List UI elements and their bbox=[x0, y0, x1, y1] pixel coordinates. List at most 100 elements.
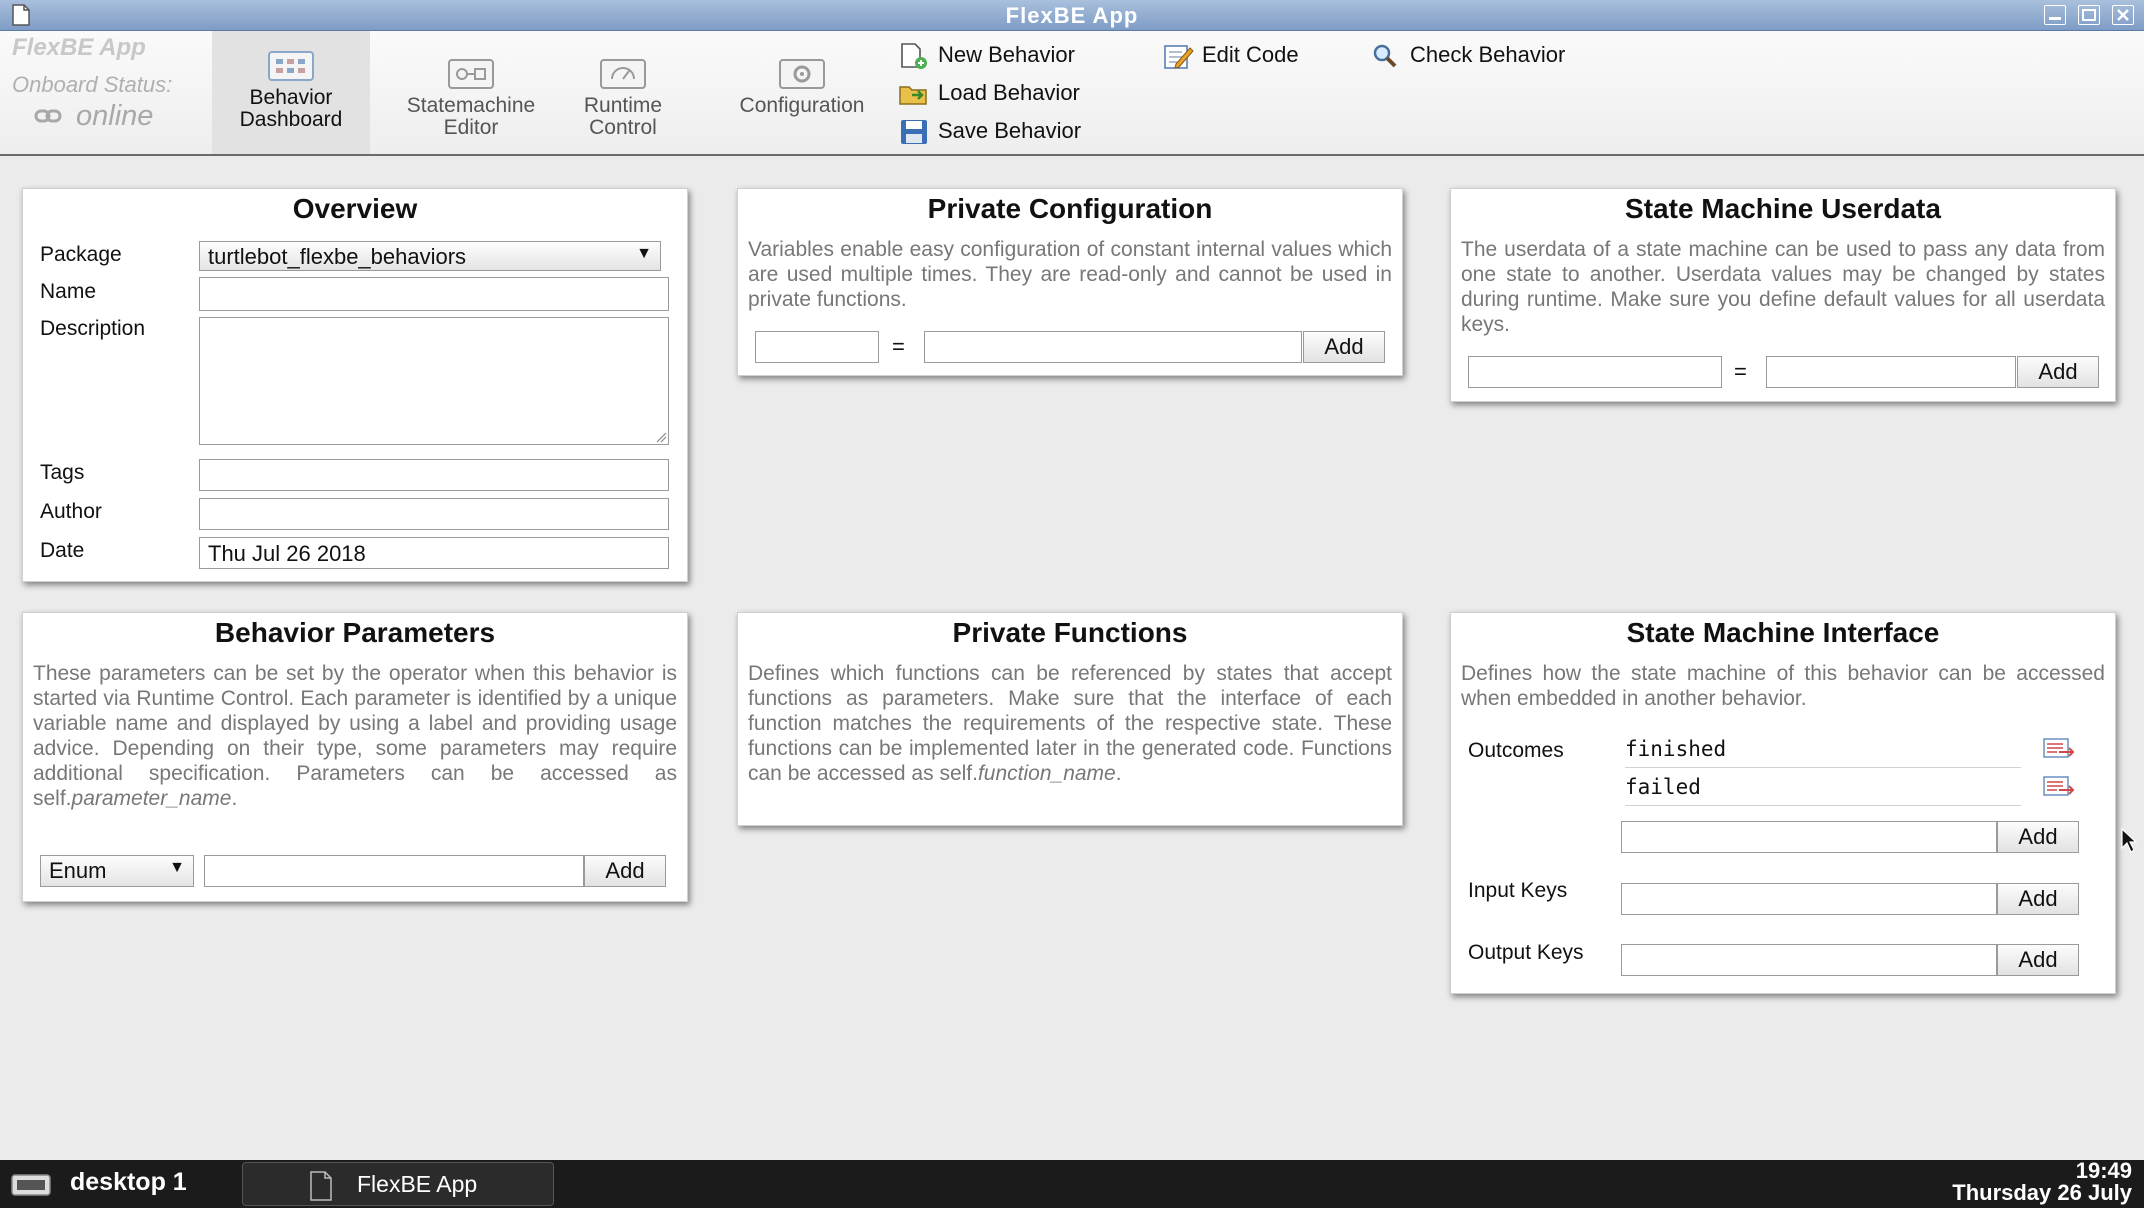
tab-label: Configuration bbox=[739, 94, 865, 117]
tab-runtime-control[interactable]: Runtime Control bbox=[568, 31, 678, 154]
taskbar-app-button[interactable]: FlexBE App bbox=[242, 1162, 554, 1206]
userdata-key-field[interactable] bbox=[1468, 356, 1722, 388]
equals-sign: = bbox=[1734, 359, 1747, 384]
onboard-status: online bbox=[34, 100, 153, 133]
resize-grip-icon[interactable] bbox=[655, 431, 667, 443]
window-title: FlexBE App bbox=[1005, 3, 1139, 28]
edit-code-button[interactable]: Edit Code bbox=[1162, 42, 1332, 70]
load-behavior-button[interactable]: Load Behavior bbox=[898, 80, 1118, 108]
add-parameter-button[interactable]: Add bbox=[584, 855, 666, 887]
package-value: turtlebot_flexbe_behaviors bbox=[208, 244, 467, 269]
outcome-item[interactable]: finished bbox=[1625, 737, 2021, 768]
new-behavior-button[interactable]: New Behavior bbox=[898, 42, 1118, 70]
onboard-status-value: online bbox=[76, 100, 154, 132]
parameter-type-value: Enum bbox=[49, 858, 107, 883]
new-file-icon bbox=[901, 43, 927, 69]
statemachine-editor-icon bbox=[448, 59, 494, 89]
maximize-button[interactable] bbox=[2078, 5, 2100, 25]
interface-title: State Machine Interface bbox=[1626, 617, 1940, 648]
desktop-switcher[interactable]: desktop 1 bbox=[70, 1168, 187, 1197]
userdata-title: State Machine Userdata bbox=[1625, 193, 1941, 224]
behavior-parameters-title: Behavior Parameters bbox=[214, 617, 496, 648]
minimize-button[interactable] bbox=[2044, 5, 2066, 25]
runtime-control-icon bbox=[600, 59, 646, 89]
magnifier-icon bbox=[1373, 44, 1397, 68]
output-keys-label: Output Keys bbox=[1468, 941, 1584, 964]
tab-configuration[interactable]: Configuration bbox=[718, 31, 886, 154]
output-key-field[interactable] bbox=[1621, 944, 1997, 976]
new-behavior-label: New Behavior bbox=[938, 42, 1075, 67]
window-titlebar[interactable]: FlexBE App bbox=[0, 0, 2144, 31]
outcomes-label: Outcomes bbox=[1468, 739, 1564, 762]
tab-label: Behavior Dashboard bbox=[239, 86, 343, 131]
link-icon bbox=[34, 109, 62, 123]
author-field[interactable] bbox=[199, 498, 669, 530]
onboard-status-label: Onboard Status: bbox=[12, 72, 173, 97]
dashboard-icon bbox=[268, 51, 314, 81]
tab-label: Statemachine Editor bbox=[406, 94, 536, 139]
add-output-key-button[interactable]: Add bbox=[1997, 944, 2079, 976]
maximize-icon bbox=[2082, 9, 2096, 21]
author-label: Author bbox=[40, 500, 102, 523]
private-functions-title: Private Functions bbox=[952, 617, 1188, 648]
private-functions-description: Defines which functions can be reference… bbox=[748, 661, 1392, 786]
private-configuration-title: Private Configuration bbox=[927, 193, 1213, 224]
document-icon bbox=[310, 1171, 332, 1201]
open-folder-icon bbox=[899, 86, 927, 105]
tab-behavior-dashboard[interactable]: Behavior Dashboard bbox=[212, 31, 370, 154]
add-userdata-button[interactable]: Add bbox=[2017, 356, 2099, 388]
parameter-name-field[interactable] bbox=[204, 855, 584, 887]
tags-field[interactable] bbox=[199, 459, 669, 491]
interface-panel: State Machine Interface Defines how the … bbox=[1450, 612, 2116, 994]
remove-outcome-icon[interactable] bbox=[2043, 775, 2075, 797]
parameter-type-select[interactable]: Enum ▼ bbox=[40, 855, 194, 887]
config-value-field[interactable] bbox=[924, 331, 1302, 363]
description-field[interactable] bbox=[199, 317, 669, 445]
minimize-icon bbox=[2049, 17, 2061, 20]
outcome-field[interactable] bbox=[1621, 821, 1997, 853]
private-configuration-description: Variables enable easy configuration of c… bbox=[748, 238, 1392, 311]
description-text: . bbox=[1115, 762, 1122, 785]
clock-time: 19:49 bbox=[2075, 1158, 2132, 1183]
tab-statemachine-editor[interactable]: Statemachine Editor bbox=[388, 31, 554, 154]
input-key-field[interactable] bbox=[1621, 883, 1997, 915]
taskbar-app-label: FlexBE App bbox=[357, 1171, 478, 1197]
add-config-button[interactable]: Add bbox=[1303, 331, 1385, 363]
package-select[interactable]: turtlebot_flexbe_behaviors ▼ bbox=[199, 241, 661, 271]
name-label: Name bbox=[40, 280, 97, 303]
load-behavior-label: Load Behavior bbox=[938, 80, 1080, 105]
date-field[interactable]: Thu Jul 26 2018 bbox=[199, 537, 669, 569]
interface-description: Defines how the state machine of this be… bbox=[1461, 662, 2105, 710]
overview-title: Overview bbox=[292, 193, 418, 224]
configuration-icon bbox=[779, 59, 825, 89]
check-behavior-button[interactable]: Check Behavior bbox=[1370, 42, 1600, 70]
close-button[interactable] bbox=[2112, 5, 2134, 25]
add-outcome-button[interactable]: Add bbox=[1997, 821, 2079, 853]
edit-code-label: Edit Code bbox=[1202, 42, 1299, 67]
package-label: Package bbox=[40, 243, 122, 266]
userdata-value-field[interactable] bbox=[1766, 356, 2016, 388]
clock-date: Thursday 26 July bbox=[1952, 1180, 2132, 1205]
outcome-item[interactable]: failed bbox=[1625, 775, 2021, 806]
check-behavior-label: Check Behavior bbox=[1410, 42, 1566, 67]
edit-code-icon bbox=[1164, 45, 1194, 69]
description-label: Description bbox=[40, 317, 146, 340]
clock[interactable]: 19:49 Thursday 26 July bbox=[1952, 1160, 2132, 1204]
description-code-text: function_name bbox=[977, 762, 1116, 785]
userdata-description: The userdata of a state machine can be u… bbox=[1461, 238, 2105, 336]
config-key-field[interactable] bbox=[755, 331, 879, 363]
chevron-down-icon: ▼ bbox=[169, 859, 185, 876]
equals-sign: = bbox=[892, 334, 905, 359]
private-configuration-panel: Private Configuration Variables enable e… bbox=[737, 188, 1403, 376]
taskbar: desktop 1 FlexBE App 19:49 Thursday 26 J… bbox=[0, 1160, 2144, 1208]
add-input-key-button[interactable]: Add bbox=[1997, 883, 2079, 915]
remove-outcome-icon[interactable] bbox=[2043, 737, 2075, 759]
input-keys-label: Input Keys bbox=[1468, 879, 1568, 902]
description-code-text: parameter_name bbox=[71, 787, 232, 810]
tab-label: Runtime Control bbox=[583, 94, 663, 139]
system-menu-icon[interactable] bbox=[10, 1172, 54, 1198]
behavior-parameters-description: These parameters can be set by the opera… bbox=[33, 661, 677, 811]
date-label: Date bbox=[40, 539, 85, 562]
name-field[interactable] bbox=[199, 277, 669, 311]
save-behavior-button[interactable]: Save Behavior bbox=[898, 118, 1118, 146]
